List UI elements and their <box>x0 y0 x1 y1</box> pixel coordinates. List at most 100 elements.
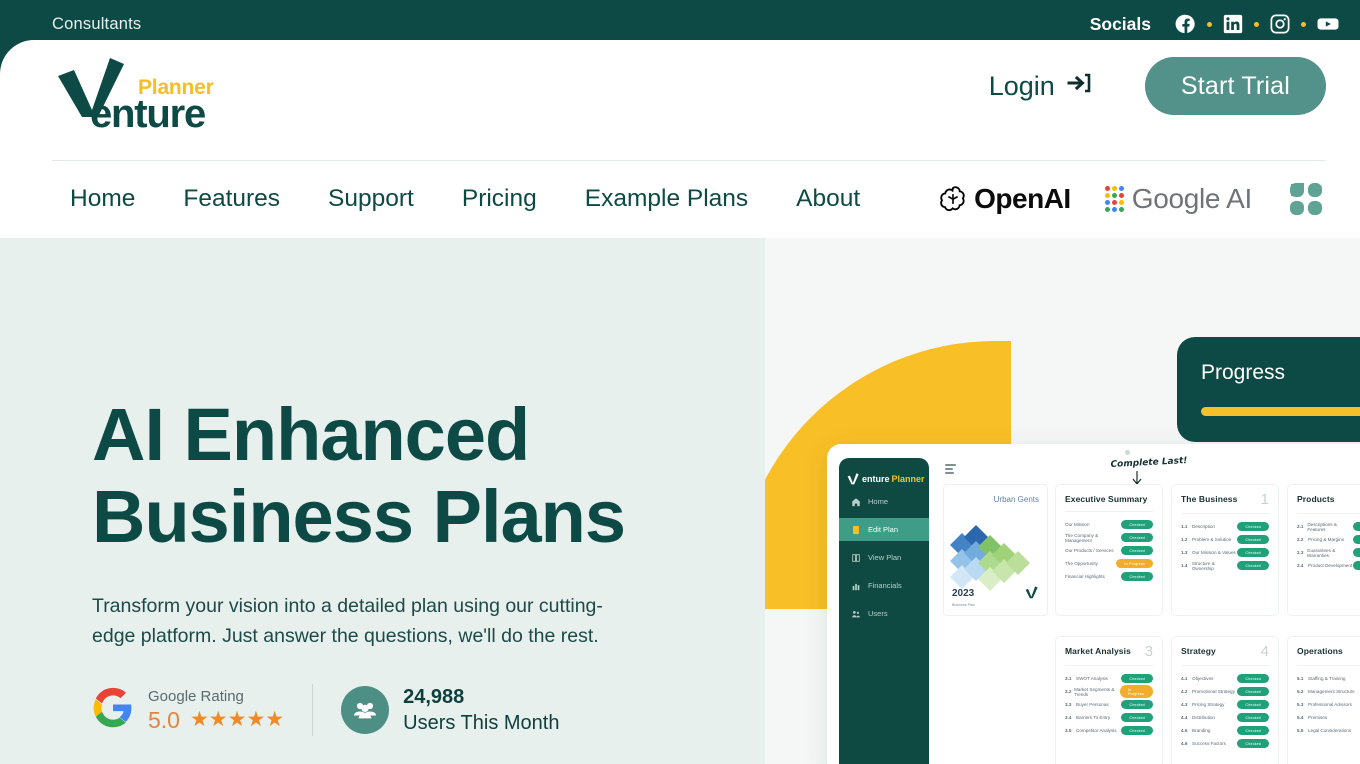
row-number: 1.1 <box>1181 524 1188 529</box>
row-number: 4.4 <box>1181 715 1188 720</box>
card-row[interactable]: 1.3 Our Mission & Values Checked <box>1181 546 1269 559</box>
login-label: Login <box>988 70 1055 101</box>
card-number: 4 <box>1260 643 1269 660</box>
linkedin-icon[interactable] <box>1222 13 1244 35</box>
card-row[interactable]: 3.1 SWOT Analysis Checked <box>1065 672 1153 685</box>
card-number: 1 <box>1260 491 1269 508</box>
plan-card-operations[interactable]: Operations 5 5.1 Staffing & Training 5.2 M… <box>1287 636 1360 764</box>
status-badge: Checked <box>1237 739 1269 748</box>
instagram-icon[interactable] <box>1269 13 1291 35</box>
card-row[interactable]: Our Mission Checked <box>1065 518 1153 531</box>
card-row[interactable]: Our Products / Services Checked <box>1065 544 1153 557</box>
app-mockup: enture Planner Home Edit Plan View Plan … <box>827 444 1360 764</box>
plan-card-strategy[interactable]: Strategy 4 4.1 Objectives Checked 4.2 Promo… <box>1171 636 1279 764</box>
header-top-row: Planner enture Login Start Trial <box>0 40 1360 134</box>
card-head: Executive Summary <box>1065 494 1153 504</box>
status-badge: Checked <box>1353 561 1360 570</box>
cover-check-icon <box>1025 584 1039 605</box>
card-row[interactable]: 2.2 Pricing & Margins Checked <box>1297 533 1360 546</box>
card-row[interactable]: 2.3Guarantees & Warranties Checked <box>1297 546 1360 559</box>
login-button[interactable]: Login <box>989 70 1093 103</box>
sidebar-item-home[interactable]: Home <box>839 490 929 513</box>
card-row[interactable]: The Company & Management Checked <box>1065 531 1153 544</box>
nav-item-features[interactable]: Features <box>159 185 304 213</box>
card-row[interactable]: 4.3 Pricing Strategy Checked <box>1181 698 1269 711</box>
card-row[interactable]: 1.4 Structure & Ownership Checked <box>1181 559 1269 572</box>
google-ai-label: Google AI <box>1131 183 1253 214</box>
card-row[interactable]: 3.4 Barriers To Entry Checked <box>1065 711 1153 724</box>
cover-year: 2023 <box>952 588 975 599</box>
row-label: The Opportunity <box>1065 561 1098 566</box>
cover-title: Urban Gents <box>993 495 1039 504</box>
card-row[interactable]: 1.2 Problem & Solution Checked <box>1181 533 1269 546</box>
card-row[interactable]: 1.1 Description Checked <box>1181 520 1269 533</box>
document-edit-icon <box>851 525 861 535</box>
status-badge: Checked <box>1121 572 1153 581</box>
card-row[interactable]: 5.3 Professional Advisors <box>1297 698 1360 711</box>
nav-item-home[interactable]: Home <box>52 185 159 213</box>
row-number: 5.2 <box>1297 689 1304 694</box>
nav-item-about[interactable]: About <box>772 185 884 213</box>
consultants-link[interactable]: Consultants <box>52 15 141 34</box>
google-rating-stat: Google Rating 5.0 ★★★★★ <box>92 687 284 734</box>
card-row[interactable]: 3.2 Market Segments & Trends In Progress <box>1065 685 1153 698</box>
card-title: The Business <box>1181 494 1238 504</box>
venture-planner-logo[interactable]: Planner enture <box>52 54 214 134</box>
card-row[interactable]: 4.6 Success Factors Checked <box>1181 737 1269 750</box>
nav-item-support[interactable]: Support <box>304 185 438 213</box>
facebook-icon[interactable] <box>1175 13 1197 35</box>
sidebar-label: View Plan <box>868 553 902 562</box>
plan-card-executive-summary[interactable]: Executive Summary Our Mission Checked The… <box>1055 484 1163 616</box>
app-logo: enture Planner <box>839 468 929 485</box>
sidebar-item-view-plan[interactable]: View Plan <box>839 546 929 569</box>
card-row[interactable]: 3.3 Buyer Personas Checked <box>1065 698 1153 711</box>
chart-icon <box>851 581 861 591</box>
card-row[interactable]: The Opportunity In Progress <box>1065 557 1153 570</box>
row-label: Objectives <box>1192 676 1214 681</box>
status-badge: Checked <box>1237 713 1269 722</box>
start-trial-button[interactable]: Start Trial <box>1144 57 1326 115</box>
card-row[interactable]: 4.5 Branding Checked <box>1181 724 1269 737</box>
status-badge: Checked <box>1237 548 1269 557</box>
row-number: 3.4 <box>1065 715 1072 720</box>
card-row[interactable]: 4.4 Distribution Checked <box>1181 711 1269 724</box>
separator-dot <box>1301 21 1306 27</box>
card-row[interactable]: 4.1 Objectives Checked <box>1181 672 1269 685</box>
login-arrow-icon <box>1067 70 1093 103</box>
site-header: Planner enture Login Start Trial Home Fe… <box>0 40 1360 238</box>
card-row[interactable]: 2.1Descriptions & Features Checked <box>1297 520 1360 533</box>
card-row[interactable]: 3.5 Competitor Analysis Checked <box>1065 724 1153 737</box>
sidebar-item-users[interactable]: Users <box>839 602 929 625</box>
card-row[interactable]: 4.2 Promotional Strategy Checked <box>1181 685 1269 698</box>
plan-card-market-analysis[interactable]: Market Analysis 3 3.1 SWOT Analysis Checke… <box>1055 636 1163 764</box>
card-row[interactable]: 2.4 Product DevelopmentChecked <box>1297 559 1360 572</box>
hero-heading-line-1: AI Enhanced <box>92 393 530 476</box>
youtube-icon[interactable] <box>1316 13 1339 35</box>
page-title: AI Enhanced Business Plans <box>92 394 712 558</box>
nav-item-pricing[interactable]: Pricing <box>438 185 561 213</box>
row-number: 1.4 <box>1181 563 1188 568</box>
sidebar-item-edit-plan[interactable]: Edit Plan <box>839 518 929 541</box>
socials-group: Socials <box>1090 13 1339 35</box>
card-row[interactable]: 5.1 Staffing & Training <box>1297 672 1360 685</box>
card-row[interactable]: 5.5 Legal Considerations <box>1297 724 1360 737</box>
row-number: 4.5 <box>1181 728 1188 733</box>
nav-item-example-plans[interactable]: Example Plans <box>561 185 772 213</box>
hamburger-icon[interactable] <box>945 464 956 476</box>
sidebar-label: Financials <box>868 581 902 590</box>
status-badge: Checked <box>1121 713 1153 722</box>
card-row[interactable]: 5.4 Premises <box>1297 711 1360 724</box>
plan-card-the-business[interactable]: The Business 1 1.1 Description Checked 1.2… <box>1171 484 1279 616</box>
status-badge: Checked <box>1237 674 1269 683</box>
row-number: 3.5 <box>1065 728 1072 733</box>
status-badge: Checked <box>1353 522 1360 531</box>
card-row[interactable]: Financial Highlights Checked <box>1065 570 1153 583</box>
plan-card-products[interactable]: Products 2 2.1Descriptions & Features Che… <box>1287 484 1360 616</box>
rating-stars: ★★★★★ <box>189 708 285 731</box>
sidebar-item-financials[interactable]: Financials <box>839 574 929 597</box>
progress-title: Progress <box>1201 361 1286 384</box>
card-divider <box>1297 665 1360 666</box>
row-label: Descriptions & Features <box>1307 521 1337 532</box>
card-row[interactable]: 5.2 Management Structure <box>1297 685 1360 698</box>
plan-cover-thumbnail[interactable]: Urban Gents 2023 Business Plan <box>943 484 1048 616</box>
